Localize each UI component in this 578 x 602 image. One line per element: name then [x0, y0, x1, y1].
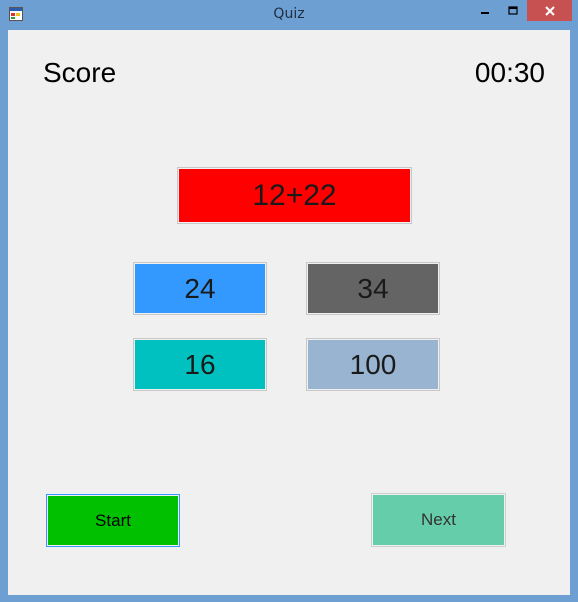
maximize-button[interactable] [499, 0, 526, 21]
quiz-window: Quiz Score 00:30 12+22 24 34 16 100 Star… [0, 0, 578, 602]
score-label: Score [43, 57, 117, 88]
answer-button-4[interactable]: 100 [306, 338, 440, 391]
answer-button-1[interactable]: 24 [133, 262, 267, 315]
answer-button-3[interactable]: 16 [133, 338, 267, 391]
minimize-button[interactable] [471, 0, 499, 21]
form-client-area: Score 00:30 12+22 24 34 16 100 Start Nex… [8, 30, 570, 595]
next-button[interactable]: Next [371, 493, 506, 547]
title-bar[interactable]: Quiz [0, 0, 578, 30]
close-button[interactable] [527, 0, 572, 21]
close-icon [544, 5, 555, 16]
timer-label: 00:30 [474, 57, 545, 88]
question-box: 12+22 [177, 167, 412, 224]
maximize-icon [507, 5, 518, 15]
start-button[interactable]: Start [46, 494, 180, 547]
answer-button-2[interactable]: 34 [306, 262, 440, 315]
minimize-icon [481, 11, 489, 14]
